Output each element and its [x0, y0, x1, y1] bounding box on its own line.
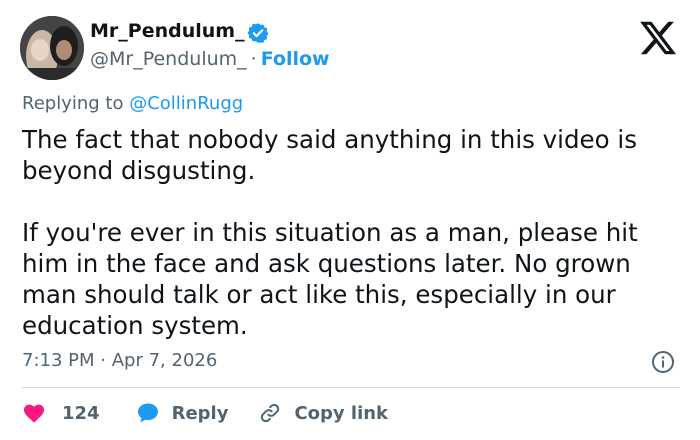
reply-target-link[interactable]: @CollinRugg	[129, 93, 243, 114]
reply-bubble-icon	[137, 403, 158, 423]
tweet-time: 7:13 PM	[22, 350, 95, 371]
heart-icon	[24, 404, 44, 423]
handle-separator: ·	[250, 48, 257, 70]
like-button[interactable]: 124	[22, 401, 100, 425]
tweet-paragraph: The fact that nobody said anything in th…	[22, 125, 637, 185]
info-icon[interactable]	[651, 350, 675, 374]
follow-button[interactable]: Follow	[261, 48, 330, 70]
copy-link-label: Copy link	[294, 402, 389, 424]
display-name[interactable]: Mr_Pendulum_	[90, 20, 245, 42]
avatar[interactable]	[20, 16, 84, 80]
reply-context: Replying to @CollinRugg	[22, 93, 243, 114]
avatar-photo	[20, 16, 84, 80]
divider	[22, 387, 680, 388]
handle[interactable]: @Mr_Pendulum_	[90, 48, 247, 70]
handle-row: @Mr_Pendulum_ · Follow	[90, 48, 330, 70]
action-bar: 124 Reply Copy link	[22, 399, 388, 427]
tweet-text: The fact that nobody said anything in th…	[22, 124, 682, 341]
timestamp-separator: ·	[100, 350, 106, 371]
reply-label: Reply	[171, 402, 229, 424]
verified-badge-icon	[247, 23, 269, 43]
tweet-date: Apr 7, 2026	[111, 350, 218, 371]
x-logo-icon[interactable]	[638, 18, 678, 58]
copy-link-button[interactable]: Copy link	[258, 401, 388, 425]
link-icon	[261, 403, 280, 423]
tweet-paragraph: If you're ever in this situation as a ma…	[22, 218, 638, 340]
timestamp[interactable]: 7:13 PM · Apr 7, 2026	[22, 350, 217, 371]
reply-button[interactable]: Reply	[136, 401, 229, 425]
reply-prefix: Replying to	[22, 93, 124, 114]
like-count: 124	[62, 402, 100, 424]
